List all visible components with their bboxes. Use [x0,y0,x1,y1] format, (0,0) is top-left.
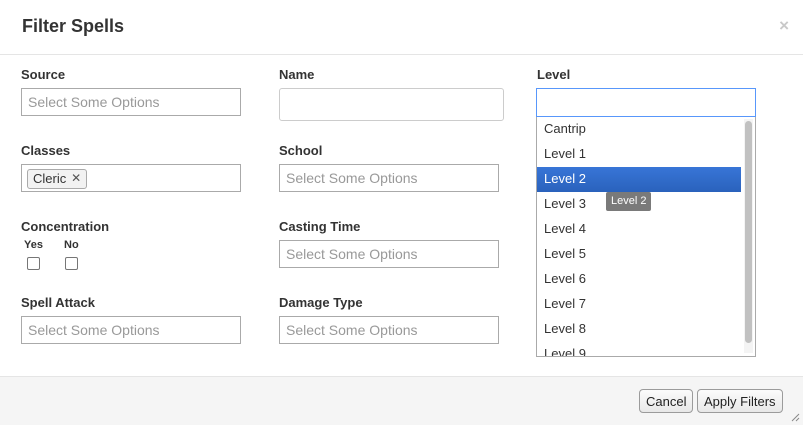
close-icon[interactable]: × [779,17,789,34]
casting-time-placeholder: Select Some Options [286,246,418,262]
concentration-yes-label: Yes [24,239,43,251]
modal-title: Filter Spells [22,16,125,36]
source-placeholder: Select Some Options [28,94,160,110]
name-input[interactable] [279,88,504,121]
chip-remove-icon[interactable]: ✕ [71,171,81,185]
level-search-input[interactable] [536,88,756,117]
name-label: Name [279,67,315,82]
casting-time-select[interactable]: Select Some Options [279,240,499,268]
modal-header: Filter Spells × [0,0,803,55]
concentration-no-checkbox[interactable] [65,257,78,270]
level-label: Level [537,67,571,82]
dropdown-scrollbar-thumb[interactable] [745,121,752,343]
filter-spells-modal: Filter Spells × Source Select Some Optio… [0,0,803,425]
level-option-highlighted[interactable]: Level 2 [537,167,741,192]
concentration-label: Concentration [21,219,110,234]
source-label: Source [21,67,66,82]
resize-grip-icon[interactable] [790,412,800,422]
class-chip-cleric: Cleric ✕ [27,169,88,189]
school-placeholder: Select Some Options [286,170,418,186]
level-option[interactable]: Level 6 [537,267,741,292]
school-label: School [279,143,323,158]
spell-attack-label: Spell Attack [21,295,95,310]
spell-attack-select[interactable]: Select Some Options [21,316,241,344]
class-chip-label: Cleric [33,171,67,186]
apply-filters-button[interactable]: Apply Filters [697,389,783,413]
level-option[interactable]: Level 9 [537,342,741,356]
level-option[interactable]: Cantrip [537,117,741,142]
damage-type-select[interactable]: Select Some Options [279,316,499,344]
damage-type-label: Damage Type [279,295,363,310]
level-option[interactable]: Level 8 [537,317,741,342]
level-option[interactable]: Level 4 [537,217,741,242]
classes-select[interactable]: Cleric ✕ [21,164,241,192]
spell-attack-placeholder: Select Some Options [28,322,160,338]
level-option[interactable]: Level 1 [537,142,741,167]
concentration-no-label: No [64,239,79,251]
classes-label: Classes [21,143,71,158]
modal-footer: Cancel Apply Filters [0,376,803,425]
cancel-button[interactable]: Cancel [639,389,694,413]
level-option[interactable]: Level 5 [537,242,741,267]
damage-type-placeholder: Select Some Options [286,322,418,338]
casting-time-label: Casting Time [279,219,361,234]
level-tooltip: Level 2 [606,192,652,211]
level-dropdown: Cantrip Level 1 Level 2 Level 3 Level 4 … [536,117,756,357]
source-select[interactable]: Select Some Options [21,88,241,116]
level-option[interactable]: Level 7 [537,292,741,317]
school-select[interactable]: Select Some Options [279,164,499,192]
concentration-yes-checkbox[interactable] [27,257,40,270]
